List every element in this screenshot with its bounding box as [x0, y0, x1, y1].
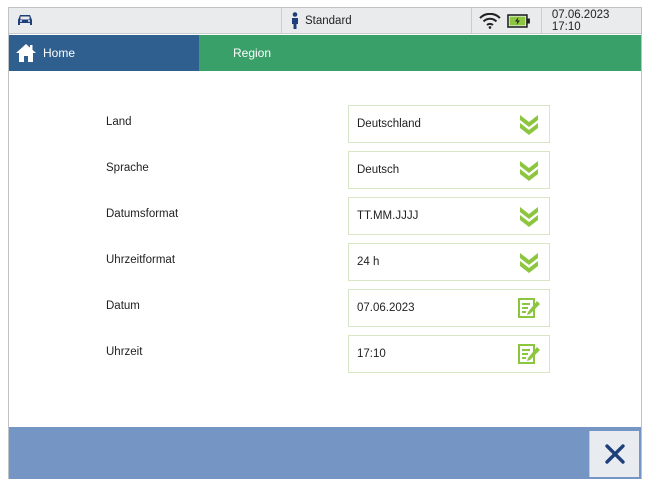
setting-value: 24 h	[357, 256, 380, 268]
setting-label: Uhrzeit	[106, 346, 143, 358]
setting-label: Datumsformat	[106, 208, 179, 220]
setting-row-sprache: Sprache Deutsch	[9, 151, 641, 189]
setting-row-datum: Datum 07.06.2023	[9, 289, 641, 327]
datumsformat-dropdown[interactable]: TT.MM.JJJJ	[348, 197, 550, 235]
setting-row-uhrzeitformat: Uhrzeitformat 24 h	[9, 243, 641, 281]
breadcrumb-home[interactable]: Home	[9, 35, 199, 71]
chevron-double-down-icon	[517, 158, 541, 182]
person-icon	[292, 12, 298, 29]
breadcrumb-current-label: Region	[233, 46, 272, 60]
uhrzeit-field[interactable]: 17:10	[348, 335, 550, 373]
uhrzeitformat-dropdown[interactable]: 24 h	[348, 243, 550, 281]
setting-label: Sprache	[106, 162, 149, 174]
status-datetime: 07.06.2023 17:10	[551, 9, 610, 33]
setting-row-land: Land Deutschland	[9, 105, 641, 143]
edit-icon[interactable]	[517, 296, 541, 320]
setting-value: Deutschland	[357, 118, 421, 130]
chevron-double-down-icon	[517, 204, 541, 228]
device-screen: Standard 07.06.2023 17:10 Home Region La…	[0, 0, 649, 485]
setting-label: Uhrzeitformat	[106, 254, 176, 266]
close-icon	[604, 444, 625, 464]
breadcrumb-current: Region	[199, 35, 641, 71]
chevron-double-down-icon	[517, 112, 541, 136]
bottom-bar	[9, 427, 641, 479]
land-dropdown[interactable]: Deutschland	[348, 105, 550, 143]
edit-icon[interactable]	[517, 342, 541, 366]
setting-row-datumsformat: Datumsformat TT.MM.JJJJ	[9, 197, 641, 235]
profile-indicator: Standard	[291, 12, 352, 29]
home-icon	[16, 44, 36, 62]
setting-label: Land	[106, 116, 132, 128]
region-settings-panel: Land Deutschland Sprache Deutsch Datumsf…	[9, 71, 641, 424]
battery-charging-icon	[507, 14, 530, 28]
breadcrumb-home-label: Home	[43, 46, 76, 60]
wifi-icon	[479, 13, 501, 29]
status-right: 07.06.2023 17:10	[479, 8, 641, 34]
screen-frame: Standard 07.06.2023 17:10 Home Region La…	[8, 7, 642, 479]
status-divider	[540, 8, 542, 34]
setting-value: TT.MM.JJJJ	[357, 210, 419, 222]
setting-row-uhrzeit: Uhrzeit 17:10	[9, 335, 641, 373]
profile-label: Standard	[305, 14, 352, 27]
datum-field[interactable]: 07.06.2023	[348, 289, 550, 327]
close-button[interactable]	[589, 431, 639, 477]
chevron-double-down-icon	[517, 250, 541, 274]
status-bar: Standard 07.06.2023 17:10	[9, 8, 641, 34]
sprache-dropdown[interactable]: Deutsch	[348, 151, 550, 189]
setting-label: Datum	[106, 300, 140, 312]
setting-value: Deutsch	[357, 164, 400, 176]
car-icon	[18, 15, 32, 25]
setting-value: 07.06.2023	[357, 302, 415, 314]
status-divider	[471, 8, 472, 34]
setting-value: 17:10	[357, 348, 386, 360]
status-divider	[281, 8, 282, 34]
breadcrumb: Home Region	[9, 35, 641, 71]
